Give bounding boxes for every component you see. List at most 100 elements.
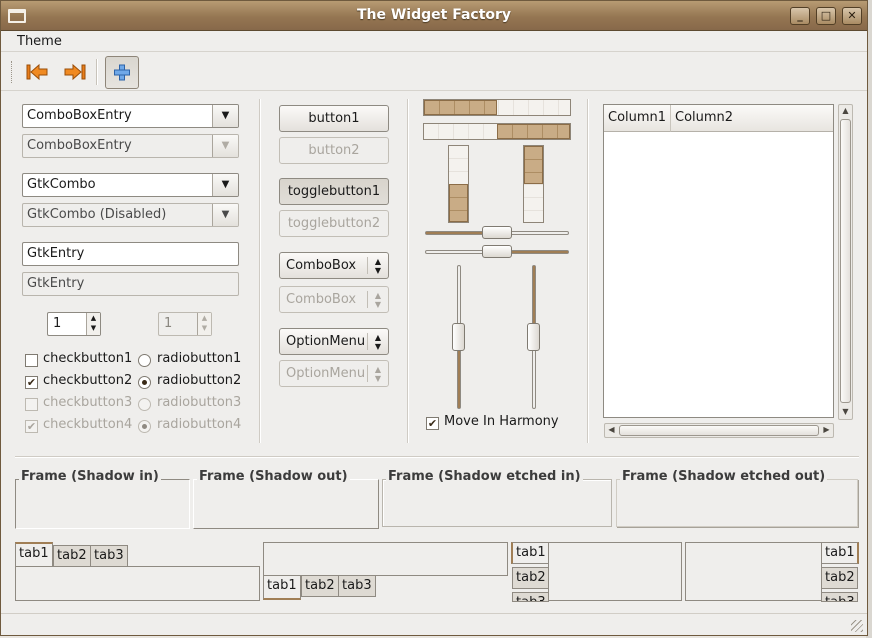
vertical-scrollbar[interactable]: ▲ ▼ [838,104,853,420]
tab-3[interactable]: tab3 [338,575,376,597]
tree-view[interactable]: Column1 Column2 [603,104,834,418]
radiobutton-2-circle[interactable] [138,376,151,389]
menu-bar: Theme [1,32,867,52]
menu-theme[interactable]: Theme [17,34,62,49]
radiobutton-4-circle [138,420,151,433]
tab-1[interactable]: tab1 [821,542,859,564]
combobox-separator [367,257,368,274]
togglebutton2: togglebutton2 [279,210,389,237]
button2: button2 [279,137,389,164]
vscale-2[interactable] [527,265,540,409]
tab-1[interactable]: tab1 [263,575,301,600]
checkbutton-1-label[interactable]: checkbutton1 [43,351,132,366]
move-in-harmony-checkbox[interactable]: ✔ [426,417,439,430]
frame-title: Frame (Shadow etched out) [620,469,828,484]
tab-1[interactable]: tab1 [511,542,549,564]
gtk-entry[interactable]: GtkEntry [22,242,239,266]
close-icon: ✕ [847,9,857,22]
move-in-harmony-label: Move In Harmony [444,414,559,429]
gtk-entry-disabled: GtkEntry [22,272,239,296]
toolbar [1,53,867,91]
gtkcombo-arrow[interactable]: ▼ [212,174,238,196]
vscale-1-slider[interactable] [452,323,465,351]
optionmenu-separator [367,333,368,350]
frame-shadow-etched-in: Frame (Shadow etched in) [382,469,612,527]
scroll-right-icon[interactable]: ▶ [821,425,832,435]
checkbutton-3-box [25,398,38,411]
frame-border [382,479,612,527]
minimize-button[interactable]: _ [790,7,810,25]
frame-shadow-out: Frame (Shadow out) [193,469,379,529]
gtkcombo[interactable]: GtkCombo ▼ [22,173,239,197]
gtkcombo-text: GtkCombo [27,177,96,192]
close-button[interactable]: ✕ [842,7,862,25]
add-toggle-button[interactable] [105,56,139,89]
frame-title: Frame (Shadow out) [197,469,350,484]
hscale-1[interactable] [425,226,569,239]
vertical-scroll-thumb[interactable] [840,119,851,403]
horizontal-scrollbar[interactable]: ◀ ▶ [604,423,834,438]
frame-border [193,479,379,529]
go-first-button[interactable] [23,58,53,86]
maximize-button[interactable]: □ [816,7,836,25]
spin-button-value: 1 [53,316,62,331]
radio-dot [142,380,147,385]
hscale-1-slider[interactable] [482,226,512,239]
tab-2[interactable]: tab2 [821,567,858,589]
resize-grip-icon[interactable] [851,620,863,632]
tab-2[interactable]: tab2 [301,575,339,597]
optionmenu[interactable]: OptionMenu ▲ ▼ [279,328,389,355]
togglebutton1[interactable]: togglebutton1 [279,178,389,205]
combobox-entry-text: ComboBoxEntry [27,108,132,123]
go-last-button[interactable] [59,58,89,86]
radiobutton-2-label[interactable]: radiobutton2 [157,373,241,388]
title-bar[interactable]: The Widget Factory _ □ ✕ [1,1,867,31]
progress-bar-vertical-2 [523,145,544,223]
checkbutton-2-box[interactable]: ✔ [25,376,38,389]
combobox-disabled-arrows-icon: ▲ ▼ [374,291,382,309]
tab-3[interactable]: tab3 [90,545,128,567]
horizontal-separator [15,456,859,458]
combobox[interactable]: ComboBox ▲ ▼ [279,252,389,279]
combobox-disabled-separator [367,291,368,308]
checkbutton-1-box[interactable] [25,354,38,367]
spin-arrows[interactable]: ▲ ▼ [86,313,100,335]
spin-button[interactable]: 1 ▲ ▼ [47,312,101,336]
hscale-2-slider[interactable] [482,245,512,258]
radiobutton-3-label: radiobutton3 [157,395,242,410]
radiobutton-1-circle[interactable] [138,354,151,367]
hscale-2[interactable] [425,245,569,258]
notebook-page [548,542,682,601]
frame-shadow-in: Frame (Shadow in) [15,469,190,529]
checkbutton-2-label[interactable]: checkbutton2 [43,373,132,388]
combobox-disabled: ComboBox ▲ ▼ [279,286,389,313]
frame-shadow-etched-out: Frame (Shadow etched out) [616,469,858,527]
tab-2[interactable]: tab2 [53,545,91,567]
column-separator-2 [407,99,409,443]
vscale-1-fill [458,351,460,408]
combobox-entry[interactable]: ComboBoxEntry ▼ [22,104,239,128]
tab-3[interactable]: tab3 [512,592,549,602]
button1[interactable]: button1 [279,105,389,132]
combobox-entry-arrow[interactable]: ▼ [212,105,238,127]
optionmenu-disabled-separator [367,365,368,382]
tab-3[interactable]: tab3 [821,592,858,602]
optionmenu-disabled: OptionMenu ▲ ▼ [279,360,389,387]
gtk-entry-disabled-text: GtkEntry [27,276,85,291]
optionmenu-arrows-icon: ▲ ▼ [374,333,382,351]
spin-button-disabled: 1 ▲ ▼ [158,312,212,336]
column-header-1[interactable]: Column1 [604,105,671,132]
toolbar-grip[interactable] [11,61,14,83]
scroll-left-icon[interactable]: ◀ [606,425,617,435]
column-header-2[interactable]: Column2 [671,105,833,132]
vscale-1[interactable] [452,265,465,409]
scroll-down-icon[interactable]: ▼ [840,407,851,417]
vscale-2-slider[interactable] [527,323,540,351]
tab-1[interactable]: tab1 [15,542,53,567]
scroll-up-icon[interactable]: ▲ [840,106,851,116]
checkbutton-4-box: ✔ [25,420,38,433]
tab-2[interactable]: tab2 [512,567,549,589]
radiobutton-1-label[interactable]: radiobutton1 [157,351,241,366]
column-separator [259,99,261,443]
horizontal-scroll-thumb[interactable] [619,425,819,436]
